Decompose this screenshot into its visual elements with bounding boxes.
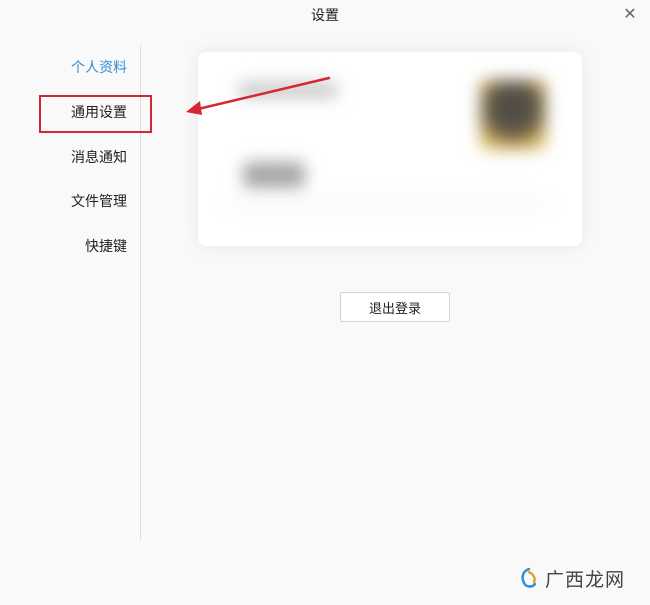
watermark-logo-icon: [521, 567, 537, 588]
blurred-account-info: [243, 162, 305, 188]
watermark: 广西龙网: [518, 565, 636, 591]
watermark-text: 广西龙网: [545, 568, 626, 591]
settings-window: 设置 ✕ 个人资料 通用设置 消息通知 文件管理 快捷键 退出登录 广西龙网: [0, 0, 650, 605]
logout-button[interactable]: 退出登录: [340, 292, 450, 322]
blurred-divider: [228, 202, 548, 206]
sidebar-item-notifications[interactable]: 消息通知: [71, 147, 127, 167]
sidebar-item-profile[interactable]: 个人资料: [71, 57, 127, 77]
sidebar-item-file-management[interactable]: 文件管理: [71, 191, 127, 211]
window-title: 设置: [311, 8, 339, 24]
highlight-box: [39, 95, 152, 133]
profile-card: [198, 52, 582, 246]
close-icon[interactable]: ✕: [620, 4, 640, 24]
sidebar-item-shortcuts[interactable]: 快捷键: [85, 236, 127, 256]
blurred-username: [238, 82, 338, 98]
avatar[interactable]: [480, 80, 546, 150]
